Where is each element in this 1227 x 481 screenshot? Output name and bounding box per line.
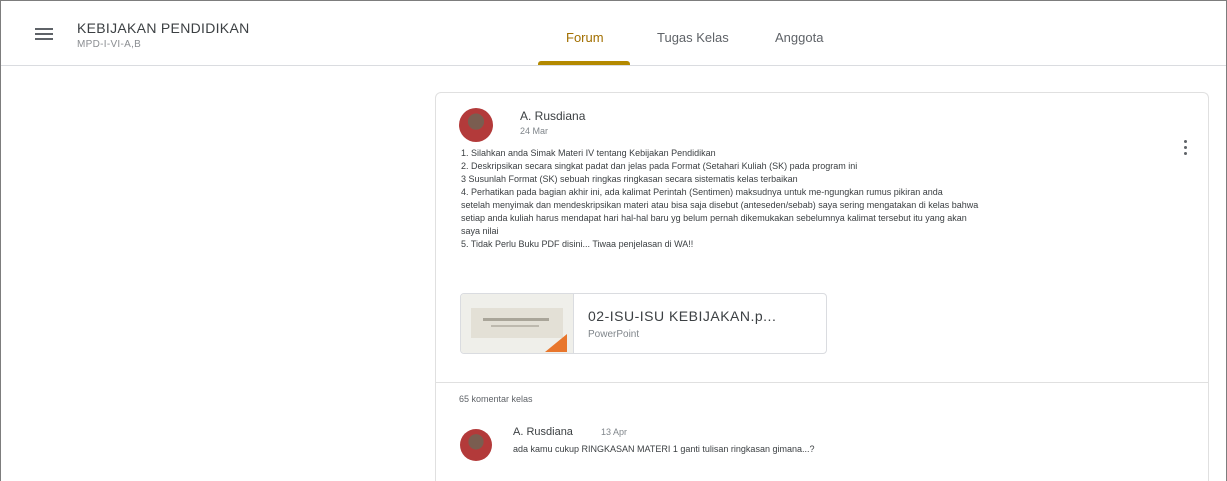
attachment-type: PowerPoint: [588, 329, 640, 340]
post-card: A. Rusdiana 24 Mar 1. Silahkan anda Sima…: [435, 92, 1209, 481]
attachment-title: 02-ISU-ISU KEBIJAKAN.p...: [588, 308, 777, 324]
post-line: 5. Tidak Perlu Buku PDF disini... Tiwaa …: [461, 239, 694, 249]
tab-bar: Forum Tugas Kelas Anggota: [1, 1, 1226, 66]
post-line: 1. Silahkan anda Simak Materi IV tentang…: [461, 148, 716, 158]
comment-date: 13 Apr: [601, 427, 628, 437]
top-bar: KEBIJAKAN PENDIDIKAN MPD-I-VI-A,B Forum …: [1, 1, 1226, 66]
post-line: 4. Perhatikan pada bagian akhir ini, ada…: [461, 187, 943, 197]
post-line: setelah menyimak dan mendeskripsikan mat…: [461, 200, 979, 210]
attachment-thumbnail: [461, 294, 574, 353]
post-line: saya nilai: [461, 226, 499, 236]
divider: [436, 382, 1208, 383]
comment-text: ada kamu cukup RINGKASAN MATERI 1 ganti …: [513, 444, 815, 454]
author-avatar: [459, 108, 493, 142]
post-author: A. Rusdiana: [520, 109, 586, 123]
tab-tugas-kelas[interactable]: Tugas Kelas: [657, 30, 729, 45]
commenter-avatar: [460, 429, 492, 461]
post-line: 3 Susunlah Format (SK) sebuah ringkas ri…: [461, 174, 798, 184]
tab-anggota[interactable]: Anggota: [775, 30, 823, 45]
post-line: 2. Deskripsikan secara singkat padat dan…: [461, 161, 858, 171]
post-date: 24 Mar: [520, 126, 549, 136]
post-body: 1. Silahkan anda Simak Materi IV tentang…: [461, 147, 1196, 251]
tab-forum[interactable]: Forum: [566, 30, 604, 45]
class-comments-link[interactable]: 65 komentar kelas: [459, 394, 533, 404]
attachment-card[interactable]: 02-ISU-ISU KEBIJAKAN.p... PowerPoint: [460, 293, 827, 354]
post-line: setiap anda kuliah harus mendapat hari h…: [461, 213, 967, 223]
active-tab-indicator: [538, 61, 630, 65]
comment-author: A. Rusdiana: [513, 426, 573, 438]
powerpoint-icon: [545, 334, 567, 352]
